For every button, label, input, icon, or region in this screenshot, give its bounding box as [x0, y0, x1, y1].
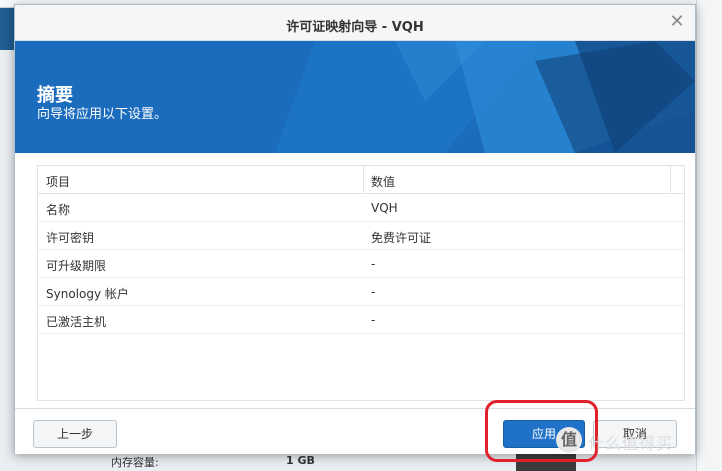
summary-banner: 摘要 向导将应用以下设置。: [15, 41, 695, 153]
table-row: 已激活主机 -: [38, 306, 684, 334]
banner-subtitle: 向导将应用以下设置。: [37, 107, 168, 122]
row-value: -: [371, 313, 376, 327]
column-divider: [363, 166, 364, 194]
watermark-text: 什么值得买: [588, 434, 674, 453]
close-icon[interactable]: ✕: [667, 12, 687, 32]
banner-background-graphic: [15, 41, 695, 153]
row-item: 名称: [46, 203, 71, 217]
row-value: 免费许可证: [371, 231, 432, 245]
row-value: -: [371, 285, 376, 299]
summary-table: 项目 数值 名称 VQH 许可密钥 免费许可证 可升级期限 - Synology…: [37, 165, 685, 401]
table-row: 许可密钥 免费许可证: [38, 222, 684, 250]
table-row: 可升级期限 -: [38, 250, 684, 278]
row-item: 已激活主机: [46, 315, 107, 329]
watermark-logo-icon: 值: [556, 427, 582, 453]
license-wizard-dialog: 许可证映射向导 - VQH ✕ 摘要 向导将应用以下设置。 项目 数值 名称 V…: [14, 4, 696, 454]
row-item: 可升级期限: [46, 259, 107, 273]
table-row: Synology 帐户 -: [38, 278, 684, 306]
background-memory-value: 1 GB: [286, 454, 315, 467]
row-item: 许可密钥: [46, 231, 95, 245]
row-value: VQH: [371, 201, 398, 215]
column-header-item: 项目: [46, 175, 71, 189]
highlight-annotation: [485, 400, 598, 462]
table-header-row: 项目 数值: [38, 166, 684, 194]
column-header-value: 数值: [371, 175, 396, 189]
back-button[interactable]: 上一步: [33, 420, 117, 448]
column-divider: [670, 166, 671, 194]
dialog-titlebar: 许可证映射向导 - VQH ✕: [15, 5, 695, 41]
table-row: 名称 VQH: [38, 194, 684, 222]
row-value: -: [371, 257, 376, 271]
background-memory-label: 内存容量:: [111, 456, 159, 469]
background-right-panel: [696, 0, 722, 471]
row-item: Synology 帐户: [46, 287, 129, 301]
dialog-title: 许可证映射向导 - VQH: [286, 20, 424, 35]
